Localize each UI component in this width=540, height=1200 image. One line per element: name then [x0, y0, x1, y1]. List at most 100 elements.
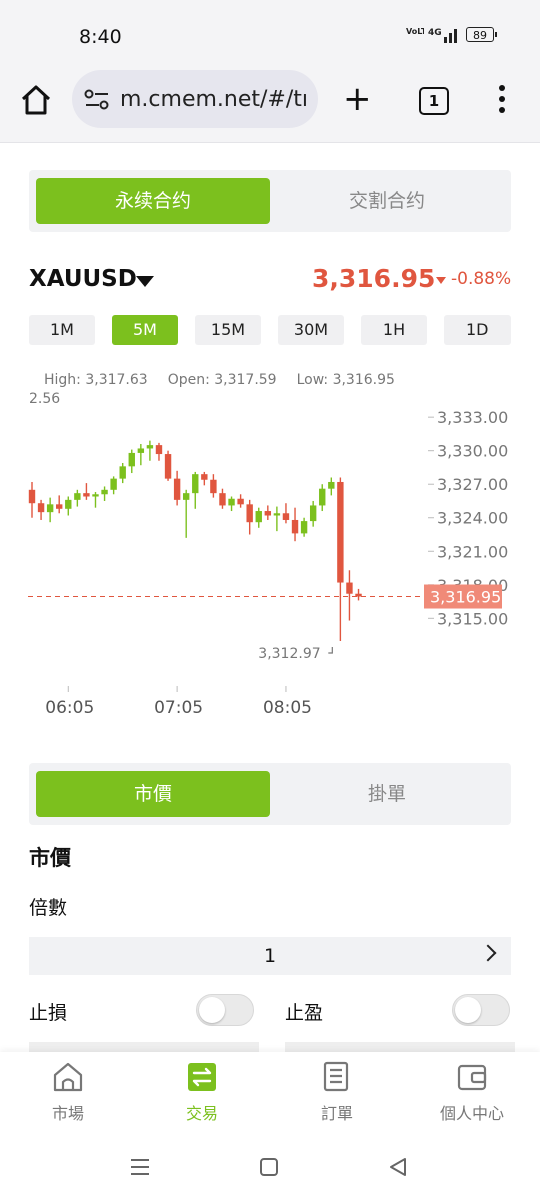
y-tick-label: 3,330.00 [437, 442, 508, 461]
y-tick-label: 3,315.00 [437, 609, 508, 628]
candle-body [65, 499, 72, 509]
more-vert-icon[interactable] [499, 85, 507, 115]
volte-label: VoLTE [406, 27, 424, 36]
candle-body [201, 474, 208, 480]
y-tick-label: 3,333.00 [437, 408, 508, 427]
ohlc-open: Open: 3,317.59 [167, 372, 277, 388]
ohlc-info: High: 3,317.63 Open: 3,317.59 Low: 3,316.9… [44, 372, 415, 388]
price-down-icon [436, 277, 446, 284]
candle-body [337, 481, 344, 583]
candle-body [137, 448, 145, 453]
candle-body [146, 445, 154, 449]
interval-tab-5m[interactable]: 5M [112, 315, 178, 345]
take-profit-label: 止盈 [285, 1002, 324, 1024]
candle-body [92, 494, 99, 497]
stop-loss-input-partial[interactable] [29, 1042, 259, 1052]
candle-body [192, 474, 199, 494]
nav-item-profile[interactable]: 個人中心 [422, 1060, 522, 1124]
leverage-label: 倍數 [29, 897, 68, 919]
ohlc-high: High: 3,317.63 [44, 372, 148, 388]
ohlc-low: Low: 3,316.95 [296, 372, 395, 388]
tabs-icon[interactable]: 1 [419, 87, 449, 115]
candle-body [155, 445, 163, 455]
x-tick-label: 08:05 [263, 698, 312, 718]
low-marker-label: 3,312.97 [258, 646, 320, 662]
y-tick-label: 3,321.00 [437, 542, 508, 561]
tab-market-order[interactable]: 市價 [36, 771, 270, 817]
x-tick-label: 07:05 [154, 698, 203, 718]
stop-loss-label: 止損 [29, 1002, 68, 1024]
symbol-name[interactable]: XAUUSD [29, 266, 137, 292]
candle-body [291, 519, 299, 534]
network-type-label: 4G [428, 28, 442, 38]
order-section-title: 市價 [29, 846, 71, 870]
interval-tab-1m[interactable]: 1M [29, 315, 95, 345]
low-marker-arrow [328, 646, 333, 654]
leverage-value[interactable]: 1 [29, 937, 511, 975]
candle-body [74, 493, 81, 500]
y-tick-label: 3,327.00 [437, 475, 508, 494]
candle-body [101, 489, 108, 495]
site-settings-icon[interactable] [84, 88, 110, 112]
back-triangle-icon[interactable] [388, 1157, 408, 1177]
market-home-icon [53, 1062, 83, 1092]
candle-body [182, 493, 190, 500]
status-time: 8:40 [79, 26, 122, 48]
orders-icon [323, 1061, 349, 1092]
home-icon[interactable] [18, 82, 54, 118]
candle-body [300, 521, 308, 534]
candle-body [328, 481, 335, 489]
candle-body [46, 504, 54, 513]
stop-loss-toggle[interactable] [196, 994, 254, 1026]
take-profit-input-partial[interactable] [285, 1042, 515, 1052]
network-indicator: VoLTE [406, 27, 424, 37]
last-price: 3,316.95 [312, 264, 436, 293]
nav-item-orders[interactable]: 訂單 [287, 1060, 387, 1124]
recents-icon[interactable] [130, 1158, 150, 1176]
candle-body [282, 513, 290, 520]
candle-body [219, 493, 226, 506]
nav-item-trade[interactable]: 交易 [152, 1060, 252, 1124]
nav-item-market[interactable]: 市場 [18, 1060, 118, 1124]
x-tick-label: 06:05 [45, 698, 94, 718]
candle-body [210, 479, 217, 494]
tab-perpetual-contract[interactable]: 永续合约 [36, 178, 270, 224]
candle-body [37, 503, 45, 513]
candle-body [28, 489, 36, 504]
candle-body [56, 504, 63, 509]
candlestick-chart[interactable]: 3,333.00 3,330.00 3,327.00 3,324.00 3,321.00… [0, 388, 540, 728]
tab-limit-order[interactable]: 掛單 [270, 771, 504, 817]
y-tick-label: 3,324.00 [437, 509, 508, 528]
interval-tab-1d[interactable]: 1D [444, 315, 511, 345]
candle-body [237, 498, 244, 505]
candle-body [164, 454, 172, 479]
battery-cap [495, 32, 497, 37]
candle-body [273, 513, 281, 516]
candle-body [346, 582, 353, 594]
nav-label-trade: 交易 [185, 1104, 218, 1123]
candle-body [110, 478, 117, 490]
price-change: -0.88% [451, 269, 512, 289]
home-square-icon[interactable] [259, 1157, 279, 1177]
interval-tab-1h[interactable]: 1H [361, 315, 427, 345]
interval-tab-15m[interactable]: 15M [195, 315, 261, 345]
interval-tab-30m[interactable]: 30M [278, 315, 344, 345]
tab-delivery-contract[interactable]: 交割合约 [270, 178, 504, 224]
trade-swap-icon [188, 1063, 216, 1091]
candle-body [119, 466, 126, 479]
candle-body [246, 504, 253, 523]
battery-icon: 89 [466, 27, 494, 42]
url-text[interactable]: m.cmem.net/#/tı [120, 87, 310, 112]
candle-body [319, 488, 326, 506]
symbol-dropdown-icon[interactable] [136, 276, 154, 287]
nav-label-profile: 個人中心 [439, 1104, 504, 1123]
signal-icon: 4G [428, 28, 457, 43]
candle-body [255, 511, 262, 523]
last-price-label: 3,316.95 [430, 588, 501, 607]
take-profit-toggle[interactable] [452, 994, 510, 1026]
candle-body [83, 493, 90, 497]
plus-icon[interactable]: + [343, 82, 372, 116]
nav-label-orders: 訂單 [320, 1104, 353, 1123]
candle-body [173, 478, 181, 500]
wallet-icon [457, 1064, 487, 1091]
